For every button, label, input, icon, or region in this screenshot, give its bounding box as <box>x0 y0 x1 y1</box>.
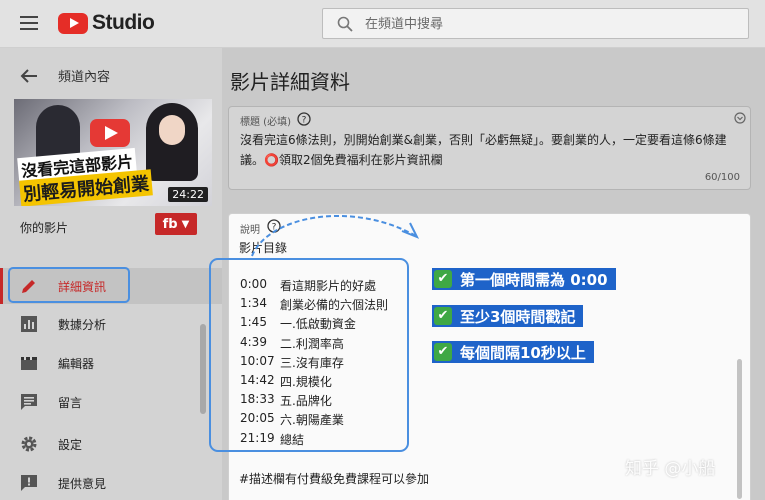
sidebar-item-analytics[interactable]: 數據分析 <box>0 306 222 342</box>
rule-text: 第一個時間需為 0:00 <box>460 270 608 289</box>
youtube-logo-icon <box>58 12 88 34</box>
chapter-time: 14:42 <box>240 372 275 387</box>
chevron-down-icon: ▼ <box>181 218 190 230</box>
back-label: 頻道內容 <box>58 70 111 85</box>
check-icon: ✔ <box>434 343 452 361</box>
sidebar-item-label: 提供意見 <box>58 476 107 491</box>
chapter-title: 三.沒有庫存 <box>280 355 344 370</box>
description-heading: 影片目錄 <box>239 241 288 255</box>
title-field[interactable]: 標題 (必填) ? 沒看完這6條法則，別開始創業&創業，否則「必虧無疑」。要創業… <box>228 106 751 190</box>
search-icon[interactable] <box>337 16 353 32</box>
channel-badge-text: fb <box>162 216 178 232</box>
rule-callout-1: ✔ 第一個時間需為 0:00 <box>432 268 616 290</box>
search-box[interactable] <box>322 8 749 39</box>
chapter-time: 1:34 <box>240 296 267 311</box>
gear-icon <box>21 436 37 452</box>
chapter-time: 20:05 <box>240 411 275 426</box>
editor-icon <box>21 357 37 370</box>
description-scrollbar[interactable] <box>737 359 742 499</box>
title-char-counter: 60/100 <box>704 172 740 183</box>
chapter-title: 一.低啟動資金 <box>280 317 356 332</box>
title-field-label: 標題 (必填) <box>240 117 291 128</box>
sidebar-item-editor[interactable]: 編輯器 <box>0 345 222 381</box>
rule-callout-2: ✔ 至少3個時間戳記 <box>432 305 584 327</box>
rule-text: 至少3個時間戳記 <box>460 307 576 326</box>
arrow-back-icon[interactable] <box>20 68 38 84</box>
comment-icon <box>21 394 37 410</box>
title-value[interactable]: 沒看完這6條法則，別開始創業&創業，否則「必虧無疑」。要創業的人，一定要看這條6… <box>240 130 740 170</box>
hashtag-line: #描述欄有付費級免費課程可以參加 <box>239 472 430 486</box>
sidebar-item-feedback[interactable]: 提供意見 <box>0 465 222 500</box>
svg-text:?: ? <box>272 223 277 233</box>
your-video-label: 你的影片 <box>20 221 69 235</box>
chapter-title: 五.品牌化 <box>280 394 332 409</box>
chapter-time: 21:19 <box>240 430 275 445</box>
sidebar-scrollbar[interactable] <box>200 324 206 414</box>
active-indicator <box>0 268 3 304</box>
svg-text:?: ? <box>302 116 307 126</box>
title-info-icon[interactable] <box>734 112 746 124</box>
sidebar: 頻道內容 沒看完這部影片 別輕易開始創業 24:22 你的影片 fb ▼ 詳細資… <box>0 48 222 500</box>
thumbnail-face <box>159 115 185 145</box>
play-logo-icon <box>90 119 130 147</box>
chapter-time: 0:00 <box>240 277 267 291</box>
sidebar-item-details[interactable]: 詳細資訊 <box>0 268 222 304</box>
sidebar-item-label: 詳細資訊 <box>58 279 107 294</box>
page-title: 影片詳細資料 <box>230 70 350 94</box>
sidebar-item-label: 留言 <box>58 395 83 410</box>
sidebar-item-comments[interactable]: 留言 <box>0 384 222 420</box>
video-thumbnail[interactable]: 沒看完這部影片 別輕易開始創業 24:22 <box>14 99 212 206</box>
sidebar-item-label: 數據分析 <box>58 317 107 332</box>
chapter-title: 四.規模化 <box>280 374 332 389</box>
sidebar-item-label: 編輯器 <box>58 356 95 371</box>
chapter-title: 總結 <box>280 432 305 447</box>
check-icon: ✔ <box>434 270 452 288</box>
description-field-label: 說明 <box>240 225 260 236</box>
help-icon[interactable]: ? <box>267 219 281 233</box>
chapter-title: 看這期影片的好處 <box>280 279 377 293</box>
search-input[interactable] <box>365 13 735 35</box>
menu-icon[interactable] <box>20 16 38 30</box>
chapter-time: 1:45 <box>240 315 267 330</box>
chapter-title: 二.利潤率高 <box>280 336 344 351</box>
channel-switcher-button[interactable]: fb ▼ <box>155 213 197 235</box>
chapter-time: 4:39 <box>240 334 267 349</box>
chapter-title: 創業必備的六個法則 <box>280 298 389 313</box>
chapter-time: 10:07 <box>240 353 275 368</box>
video-duration: 24:22 <box>168 187 208 202</box>
chapter-title: 六.朝陽產業 <box>280 413 344 428</box>
help-icon[interactable]: ? <box>297 112 311 126</box>
feedback-icon <box>21 475 37 491</box>
zhihu-watermark: 知乎 @小船 <box>625 459 716 479</box>
pencil-icon <box>22 280 35 293</box>
top-bar: Studio <box>0 0 765 48</box>
studio-logo[interactable]: Studio <box>58 11 155 35</box>
rule-text: 每個間隔10秒以上 <box>460 343 586 362</box>
sidebar-item-label: 設定 <box>58 437 83 452</box>
chapter-time: 18:33 <box>240 392 275 407</box>
rule-callout-3: ✔ 每個間隔10秒以上 <box>432 341 594 363</box>
back-to-channel-content[interactable]: 頻道內容 <box>20 66 110 85</box>
check-icon: ✔ <box>434 307 452 325</box>
analytics-icon <box>21 316 37 332</box>
sidebar-item-settings[interactable]: 設定 <box>0 426 222 462</box>
logo-text: Studio <box>92 11 155 34</box>
